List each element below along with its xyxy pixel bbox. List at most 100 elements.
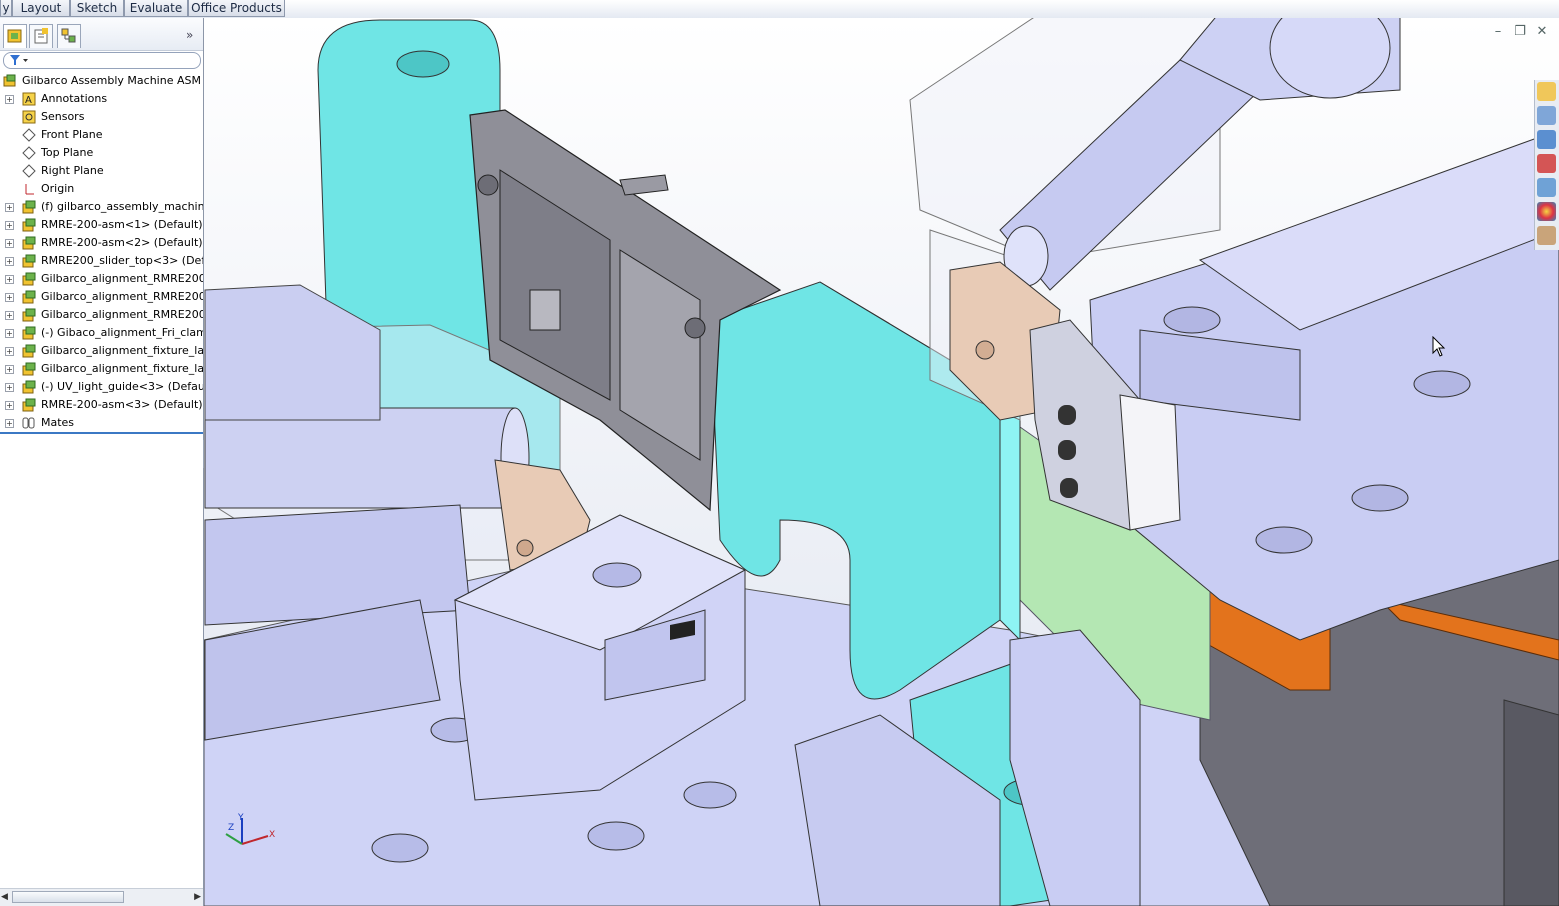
tree-item[interactable]: Sensors bbox=[0, 108, 203, 126]
configuration-manager-icon bbox=[61, 28, 76, 43]
assembly-icon bbox=[22, 326, 36, 340]
horizontal-scrollbar[interactable]: ◀ ▶ bbox=[0, 888, 203, 906]
tree-item-label: Gilbarco_alignment_fixture_landir bbox=[41, 344, 203, 357]
tree-item-label: Sensors bbox=[41, 110, 85, 123]
feature-manager-toolbar: » bbox=[0, 18, 203, 51]
appearances-icon[interactable] bbox=[1537, 202, 1556, 221]
mouse-pointer-icon bbox=[1432, 336, 1446, 357]
tree-root-assembly[interactable]: Gilbarco Assembly Machine ASM (Def bbox=[0, 72, 203, 90]
task-pane-tabs bbox=[1534, 80, 1559, 250]
assembly-icon bbox=[22, 380, 36, 394]
tree-item[interactable]: + (-) UV_light_guide<3> (Default) bbox=[0, 378, 203, 396]
tree-item[interactable]: + (-) Gibaco_alignment_Fri_clamp_s bbox=[0, 324, 203, 342]
graphics-area[interactable]: – ❐ ✕ bbox=[204, 18, 1559, 906]
expand-toggle-icon[interactable]: + bbox=[5, 365, 14, 374]
assembly-icon bbox=[22, 398, 36, 412]
tree-filter-input[interactable] bbox=[3, 52, 201, 69]
tree-item[interactable]: + Gilbarco_alignment_RMRE200_rai bbox=[0, 306, 203, 324]
home-icon[interactable] bbox=[1537, 82, 1556, 101]
expand-toggle-icon[interactable]: + bbox=[5, 275, 14, 284]
minimize-icon[interactable]: – bbox=[1487, 24, 1509, 39]
feature-tree-tab[interactable] bbox=[3, 24, 27, 48]
tree-item-label: Front Plane bbox=[41, 128, 103, 141]
annotations-icon: A bbox=[22, 92, 36, 106]
expand-toggle-icon[interactable]: + bbox=[5, 329, 14, 338]
tree-item[interactable]: Right Plane bbox=[0, 162, 203, 180]
mates-icon bbox=[22, 417, 35, 429]
tree-item-label: (-) UV_light_guide<3> (Default) bbox=[41, 380, 203, 393]
tree-item[interactable]: Front Plane bbox=[0, 126, 203, 144]
expand-toggle-icon[interactable]: + bbox=[5, 383, 14, 392]
expand-toggle-icon[interactable]: + bbox=[5, 401, 14, 410]
triad-z-label: Z bbox=[228, 823, 234, 833]
tree-item[interactable]: + A Annotations bbox=[0, 90, 203, 108]
scroll-right-icon[interactable]: ▶ bbox=[194, 892, 201, 902]
plane-icon bbox=[22, 128, 36, 142]
svg-text:A: A bbox=[25, 95, 32, 106]
assembly-model-view[interactable] bbox=[204, 18, 1559, 906]
expand-toggle-icon[interactable]: + bbox=[5, 95, 14, 104]
file-explorer-icon[interactable] bbox=[1537, 130, 1556, 149]
command-manager-tabs: y Layout Sketch Evaluate Office Products bbox=[0, 0, 1559, 19]
tree-root-label: Gilbarco Assembly Machine ASM (Def bbox=[22, 74, 203, 87]
expand-toggle-icon[interactable]: + bbox=[5, 221, 14, 230]
sensors-icon bbox=[22, 110, 36, 124]
assembly-icon bbox=[3, 74, 16, 87]
assembly-icon bbox=[22, 254, 36, 268]
tab-partial[interactable]: y bbox=[0, 0, 12, 17]
expand-toggle-icon[interactable]: + bbox=[5, 419, 14, 428]
design-library-icon[interactable] bbox=[1537, 106, 1556, 125]
reference-triad-icon: Y X Z bbox=[225, 813, 275, 845]
expand-toggle-icon[interactable]: + bbox=[5, 311, 14, 320]
tree-item-label: Gilbarco_alignment_fixture_landir bbox=[41, 362, 203, 375]
expand-toggle-icon[interactable]: + bbox=[5, 239, 14, 248]
expand-toggle-icon[interactable]: + bbox=[5, 347, 14, 356]
tree-item-label: RMRE-200-asm<2> (Default) bbox=[41, 236, 203, 249]
tree-item[interactable]: + Gilbarco_alignment_RMRE200_arr bbox=[0, 270, 203, 288]
view-palette-icon[interactable] bbox=[1537, 178, 1556, 197]
tree-item[interactable]: + RMRE-200-asm<3> (Default) bbox=[0, 396, 203, 414]
tree-item[interactable]: + Gilbarco_alignment_fixture_landir bbox=[0, 360, 203, 378]
scroll-left-icon[interactable]: ◀ bbox=[1, 892, 8, 902]
panel-divider bbox=[0, 432, 203, 434]
feature-tree: Gilbarco Assembly Machine ASM (Def + A Ann… bbox=[0, 72, 203, 432]
configuration-manager-tab[interactable] bbox=[57, 24, 81, 48]
tree-item[interactable]: Origin bbox=[0, 180, 203, 198]
property-manager-icon bbox=[34, 28, 48, 44]
tab-sketch[interactable]: Sketch bbox=[70, 0, 124, 17]
tree-item[interactable]: + Gilbarco_alignment_RMRE200_arr bbox=[0, 288, 203, 306]
tree-item-label: Origin bbox=[41, 182, 75, 195]
close-icon[interactable]: ✕ bbox=[1531, 24, 1553, 39]
tab-office-products[interactable]: Office Products bbox=[188, 0, 285, 17]
assembly-icon bbox=[22, 236, 36, 250]
tab-layout[interactable]: Layout bbox=[12, 0, 70, 17]
plane-icon bbox=[22, 164, 36, 178]
tree-item[interactable]: + Mates bbox=[0, 414, 203, 432]
tree-item[interactable]: + RMRE-200-asm<1> (Default) bbox=[0, 216, 203, 234]
search-icon[interactable] bbox=[1537, 154, 1556, 173]
assembly-icon bbox=[22, 344, 36, 358]
collapse-panel-icon[interactable]: » bbox=[186, 28, 193, 42]
restore-icon[interactable]: ❐ bbox=[1509, 24, 1531, 39]
feature-manager-panel: » Gilbarco Assembly Machine ASM (Def + AA… bbox=[0, 18, 204, 906]
tree-item[interactable]: + RMRE200_slider_top<3> (Defaul bbox=[0, 252, 203, 270]
tree-item[interactable]: + (f) gilbarco_assembly_machine_b bbox=[0, 198, 203, 216]
scrollbar-thumb[interactable] bbox=[12, 891, 124, 903]
tree-item-label: Top Plane bbox=[41, 146, 94, 159]
triad-y-label: Y bbox=[237, 813, 244, 823]
assembly-icon bbox=[22, 200, 36, 214]
assembly-icon bbox=[22, 290, 36, 304]
tree-item-label: Gilbarco_alignment_RMRE200_arr bbox=[41, 290, 203, 303]
expand-toggle-icon[interactable]: + bbox=[5, 203, 14, 212]
origin-icon bbox=[25, 184, 34, 195]
tree-item[interactable]: + RMRE-200-asm<2> (Default) bbox=[0, 234, 203, 252]
expand-toggle-icon[interactable]: + bbox=[5, 257, 14, 266]
assembly-icon bbox=[22, 218, 36, 232]
custom-properties-icon[interactable] bbox=[1537, 226, 1556, 245]
tree-item[interactable]: Top Plane bbox=[0, 144, 203, 162]
expand-toggle-icon[interactable]: + bbox=[5, 293, 14, 302]
property-manager-tab[interactable] bbox=[29, 24, 53, 48]
tree-item[interactable]: + Gilbarco_alignment_fixture_landir bbox=[0, 342, 203, 360]
document-window-controls: – ❐ ✕ bbox=[1487, 24, 1553, 40]
tab-evaluate[interactable]: Evaluate bbox=[124, 0, 188, 17]
